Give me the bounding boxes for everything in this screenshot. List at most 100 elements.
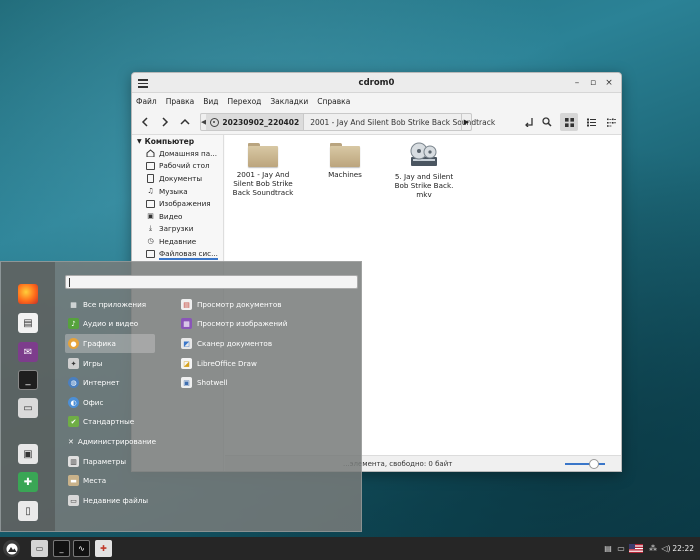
- menu-view[interactable]: Вид: [203, 97, 218, 106]
- category-administration[interactable]: ✕ Администрирование: [65, 432, 156, 451]
- category-recent-files[interactable]: ▭ Недавние файлы: [65, 491, 155, 510]
- text-caret: [69, 278, 70, 287]
- network-icon[interactable]: ⁂: [647, 542, 659, 554]
- documents-icon: [147, 173, 154, 183]
- device-icon[interactable]: ▯: [18, 501, 38, 521]
- app-label: Просмотр документов: [197, 300, 282, 309]
- sidebar-header: Компьютер: [144, 137, 195, 146]
- chat-icon[interactable]: ✉: [18, 342, 38, 362]
- accessibility-icon[interactable]: ✚: [18, 472, 38, 492]
- app-label: Просмотр изображений: [197, 319, 288, 328]
- sidebar-section-computer[interactable]: ▼ Компьютер: [132, 135, 223, 147]
- taskbar: ▭ _ ∿ ✚ ▤ ▭ ⁂ ◁) 22:22: [0, 537, 700, 560]
- taskbar-files-icon[interactable]: ▭: [31, 540, 48, 557]
- image-app-icon[interactable]: ▤: [18, 313, 38, 333]
- display-icon[interactable]: ▭: [615, 542, 627, 554]
- menu-bookmarks[interactable]: Закладки: [270, 97, 308, 106]
- recent-files-icon: ▭: [68, 495, 79, 506]
- admin-icon: ✕: [68, 437, 74, 446]
- libreoffice-draw-icon: ◪: [181, 358, 192, 369]
- taskbar-store-icon[interactable]: ✚: [95, 540, 112, 557]
- zoom-slider-track[interactable]: [565, 463, 605, 465]
- category-label: Аудио и видео: [83, 319, 139, 328]
- forward-icon[interactable]: [156, 113, 174, 131]
- grid-icon: ▦: [70, 300, 77, 309]
- sidebar-item-video[interactable]: ▣ Видео: [132, 210, 223, 223]
- app-libreoffice-draw[interactable]: ◪ LibreOffice Draw: [181, 354, 257, 373]
- internet-icon: ◍: [68, 377, 79, 388]
- category-all-apps[interactable]: ▦ Все приложения: [65, 295, 155, 314]
- taskbar-monitor-icon[interactable]: ∿: [73, 540, 90, 557]
- file-item-folder[interactable]: 2001 - Jay And Silent Bob Strike Back So…: [231, 143, 295, 197]
- menu-go[interactable]: Переход: [228, 97, 262, 106]
- breadcrumb-active-item[interactable]: 20230902_220402: [206, 114, 305, 130]
- minimize-icon[interactable]: –: [571, 77, 583, 89]
- toolbar: ◀ 20230902_220402 2001 - Jay And Silent …: [132, 109, 621, 135]
- app-shotwell[interactable]: ▣ Shotwell: [181, 373, 228, 392]
- taskbar-terminal-icon[interactable]: _: [53, 540, 70, 557]
- downloads-icon: ⤓: [148, 224, 153, 233]
- close-icon[interactable]: ×: [603, 77, 615, 89]
- firefox-icon[interactable]: [18, 284, 38, 304]
- open-terminal-icon[interactable]: [520, 113, 538, 131]
- volume-icon[interactable]: ◁): [660, 542, 672, 554]
- app-document-scanner[interactable]: ◩ Сканер документов: [181, 334, 272, 353]
- title-bar[interactable]: cdrom0 – ▫ ×: [132, 73, 621, 93]
- category-label: Недавние файлы: [83, 496, 149, 505]
- sidebar-item-music[interactable]: ♫ Музыка: [132, 185, 223, 198]
- category-places[interactable]: ▬ Места: [65, 471, 155, 490]
- app-menu-button-icon[interactable]: [3, 540, 20, 557]
- breadcrumb-next-item[interactable]: 2001 - Jay And Silent Bob Strike Back So…: [304, 118, 501, 127]
- clock[interactable]: 22:22: [672, 544, 694, 553]
- menu-help[interactable]: Справка: [317, 97, 350, 106]
- disk-icon[interactable]: ▭: [18, 398, 38, 418]
- pictures-icon: [146, 199, 155, 208]
- up-icon[interactable]: [176, 113, 194, 131]
- category-office[interactable]: ◐ Офис: [65, 393, 155, 412]
- zoom-slider-handle[interactable]: [589, 459, 599, 469]
- search-icon[interactable]: [538, 113, 556, 131]
- printer-icon[interactable]: ▤: [602, 542, 614, 554]
- app-label: Сканер документов: [197, 339, 273, 348]
- sidebar-item-home[interactable]: Домашняя па...: [132, 147, 223, 160]
- category-label: Все приложения: [83, 300, 147, 309]
- terminal-icon[interactable]: _: [18, 370, 38, 390]
- app-document-viewer[interactable]: ▤ Просмотр документов: [181, 295, 282, 314]
- sidebar-item-label: Файловая сис...: [159, 248, 218, 260]
- shotwell-icon: ▣: [181, 377, 192, 388]
- category-internet[interactable]: ◍ Интернет: [65, 373, 155, 392]
- maximize-icon[interactable]: ▫: [587, 77, 599, 89]
- icon-view-icon[interactable]: [560, 113, 578, 131]
- window-title: cdrom0: [358, 78, 395, 88]
- compact-view-icon[interactable]: [602, 113, 620, 131]
- breadcrumb-active-label: 20230902_220402: [222, 117, 300, 127]
- category-games[interactable]: ✦ Игры: [65, 354, 155, 373]
- menu-file[interactable]: Файл: [136, 97, 157, 106]
- file-item-video[interactable]: 5. Jay and Silent Bob Strike Back. mkv: [392, 141, 456, 199]
- file-item-folder[interactable]: Machines: [313, 143, 377, 179]
- sidebar-item-recent[interactable]: ◷ Недавние: [132, 235, 223, 248]
- app-image-viewer[interactable]: ▦ Просмотр изображений: [181, 314, 287, 333]
- file-name: Machines: [328, 170, 362, 179]
- sidebar-item-desktop[interactable]: Рабочий стол: [132, 160, 223, 173]
- category-settings[interactable]: ▥ Параметры: [65, 452, 155, 471]
- back-icon[interactable]: [136, 113, 154, 131]
- category-graphics[interactable]: ● Графика: [65, 334, 155, 353]
- category-accessories[interactable]: ✔ Стандартные: [65, 412, 155, 431]
- list-view-icon[interactable]: [582, 113, 600, 131]
- video-file-icon: [408, 141, 440, 169]
- sidebar-item-filesystem[interactable]: Файловая сис...: [132, 248, 223, 261]
- app-label: LibreOffice Draw: [197, 359, 257, 368]
- display-settings-icon[interactable]: ▣: [18, 444, 38, 464]
- sidebar-item-documents[interactable]: Документы: [132, 172, 223, 185]
- breadcrumb-right-arrow-icon[interactable]: ▶: [461, 114, 471, 130]
- sidebar-item-downloads[interactable]: ⤓ Загрузки: [132, 223, 223, 236]
- favorites-panel: ▤ ✉ _ ▭ ▣ ✚ ▯: [1, 262, 55, 531]
- app-search-input[interactable]: [65, 275, 358, 289]
- sidebar-item-pictures[interactable]: Изображения: [132, 197, 223, 210]
- category-label: Интернет: [83, 378, 120, 387]
- keyboard-layout-flag-icon[interactable]: [629, 542, 643, 554]
- category-multimedia[interactable]: ♪ Аудио и видео: [65, 314, 155, 333]
- menu-edit[interactable]: Правка: [166, 97, 195, 106]
- collapse-triangle-icon[interactable]: ▼: [137, 138, 142, 145]
